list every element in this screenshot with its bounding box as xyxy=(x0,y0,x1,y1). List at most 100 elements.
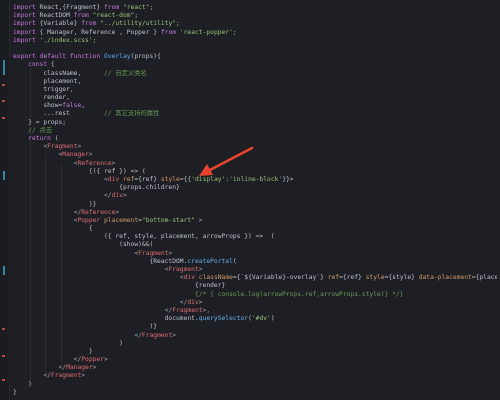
git-modified-marker[interactable] xyxy=(3,60,5,75)
code-token: Manager xyxy=(66,364,93,372)
code-token: Fragment xyxy=(138,249,169,257)
code-token: > xyxy=(88,151,93,159)
code-line[interactable]: } xyxy=(13,348,497,356)
code-line[interactable]: import React,{Fragment} from "react"; xyxy=(13,4,497,12)
code-line[interactable]: <div className={`${Variable}-overlay`} r… xyxy=(13,274,497,282)
code-line[interactable]: <Fragment> xyxy=(13,266,497,274)
code-token: // 其它支持的属性 xyxy=(104,110,160,118)
code-token: </ xyxy=(13,306,173,314)
code-content[interactable]: import React,{Fragment} from "react"; imp… xyxy=(13,4,497,397)
code-token: placement, xyxy=(13,77,82,85)
code-line[interactable]: return ( xyxy=(13,135,497,143)
code-editor[interactable]: import React,{Fragment} from "react"; imp… xyxy=(0,0,500,400)
code-token: Reference xyxy=(81,208,116,216)
code-line[interactable] xyxy=(13,45,497,53)
code-token: < xyxy=(13,274,184,282)
code-token: ) xyxy=(270,315,275,323)
code-token: {Variable} xyxy=(39,20,82,28)
code-line[interactable]: placement, xyxy=(13,78,497,86)
code-token: false xyxy=(62,102,82,110)
code-token: )} xyxy=(13,200,97,208)
code-line[interactable]: </Manager> xyxy=(13,364,497,372)
code-token: export default function xyxy=(13,53,104,61)
code-token: > xyxy=(77,143,82,151)
code-token: div xyxy=(187,298,199,306)
code-token: {ReactDOM. xyxy=(13,257,188,265)
code-line[interactable]: )} xyxy=(13,323,497,331)
code-line[interactable]: (show)&&( xyxy=(13,241,497,249)
code-line[interactable]: <Popper placement="bottom-start" > xyxy=(13,217,497,225)
code-token: {/* { console.log(arrowProps.ref,arrowPr… xyxy=(13,290,404,298)
code-token: "react"; xyxy=(122,4,154,11)
code-line[interactable]: const { xyxy=(13,61,497,69)
code-token: React,{Fragment} xyxy=(39,4,104,11)
code-token: </ xyxy=(13,372,51,380)
git-deleted-marker[interactable] xyxy=(2,379,5,381)
git-deleted-marker[interactable] xyxy=(2,328,5,330)
code-line[interactable]: export default function Overlay(props){ xyxy=(13,53,497,61)
code-line[interactable]: ) xyxy=(13,340,497,348)
code-line[interactable]: // 点击 xyxy=(13,127,497,135)
code-line[interactable]: trigger, xyxy=(13,86,497,94)
git-deleted-marker[interactable] xyxy=(2,84,5,86)
code-line[interactable]: </div> xyxy=(13,192,497,200)
git-modified-marker[interactable] xyxy=(3,171,5,180)
code-token: (props){ xyxy=(130,53,161,61)
code-token: div xyxy=(111,192,123,200)
code-token: ={style} xyxy=(384,274,419,282)
code-token: div xyxy=(107,175,123,183)
code-line[interactable]: ...rest // 其它支持的属性 xyxy=(13,110,497,118)
code-token: > xyxy=(92,364,97,372)
code-token: </ xyxy=(13,331,142,339)
code-token: className, xyxy=(13,69,104,77)
git-deleted-marker[interactable] xyxy=(2,100,5,102)
code-token: ) xyxy=(13,380,32,388)
git-deleted-marker[interactable] xyxy=(2,117,5,119)
code-token: ={ref} xyxy=(339,274,366,282)
code-token: > xyxy=(104,356,108,364)
code-line[interactable]: <Fragment> xyxy=(13,250,497,258)
code-token: Reference xyxy=(77,159,112,167)
code-line[interactable]: document.querySelector('#dv') xyxy=(13,315,497,323)
code-token: </ xyxy=(13,208,82,216)
code-line[interactable]: </Reference> xyxy=(13,209,497,217)
code-line[interactable]: import {Variable} from "../utility/utili… xyxy=(13,20,497,28)
code-token: > xyxy=(168,249,173,257)
code-token: { xyxy=(50,61,55,69)
code-line[interactable]: </Popper> xyxy=(13,356,497,364)
git-modified-marker[interactable] xyxy=(3,266,5,275)
code-token: < xyxy=(13,151,63,159)
code-line[interactable]: </div> xyxy=(13,299,497,307)
code-token: } = props; xyxy=(13,118,67,126)
code-token: '#dv' xyxy=(251,315,271,323)
code-line[interactable]: </Fragment> xyxy=(13,332,497,340)
code-token: Fragment xyxy=(141,331,173,339)
code-token: trigger, xyxy=(13,85,74,93)
code-line[interactable]: ({ ref, style, placement, arrowProps }) … xyxy=(13,233,497,241)
code-line[interactable]: </Fragment>, xyxy=(13,307,497,315)
code-line[interactable]: className, // 自定义类名 xyxy=(13,70,497,78)
code-token: ={`${Variable}-overlay`} xyxy=(232,274,328,282)
code-line[interactable]: render, xyxy=(13,94,497,102)
code-line[interactable]: {ReactDOM.createPortal( xyxy=(13,258,497,266)
code-token: < xyxy=(13,249,139,257)
code-line[interactable]: import ReactDOM from "react-dom"; xyxy=(13,12,497,20)
code-line[interactable]: } xyxy=(13,389,497,397)
code-line[interactable]: } = props; xyxy=(13,119,497,127)
code-line[interactable]: ) xyxy=(13,381,497,389)
code-line[interactable]: {/* { console.log(arrowProps.ref,arrowPr… xyxy=(13,291,497,299)
code-line[interactable]: {render} xyxy=(13,282,497,290)
git-deleted-marker[interactable] xyxy=(2,355,5,357)
code-line[interactable]: import { Manager, Reference , Popper } f… xyxy=(13,29,497,37)
code-line[interactable]: import './index.scss'; xyxy=(13,37,497,45)
code-token: from xyxy=(160,28,180,36)
code-line[interactable]: show=false, xyxy=(13,102,497,110)
code-line[interactable]: {props.children} xyxy=(13,184,497,192)
code-line[interactable]: { xyxy=(13,225,497,233)
code-token: ...rest xyxy=(13,110,104,118)
code-line[interactable]: </Fragment> xyxy=(13,372,497,380)
code-line[interactable]: )} xyxy=(13,201,497,209)
code-token: } xyxy=(13,388,17,396)
